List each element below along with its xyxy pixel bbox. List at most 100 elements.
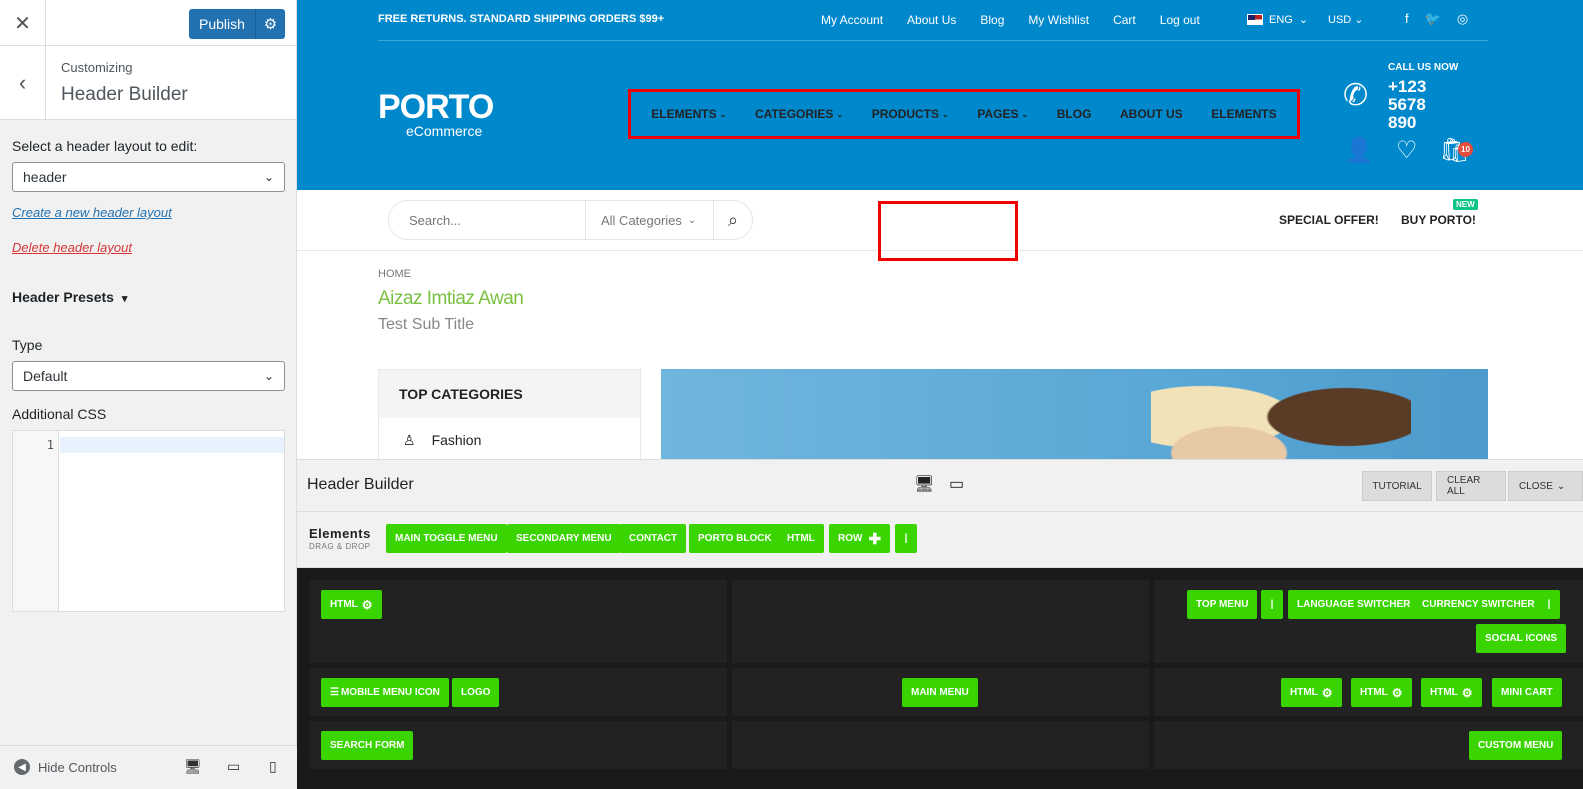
nav-item[interactable]: ELEMENTS (1211, 107, 1276, 121)
nav-item[interactable]: PAGES ⌄ (977, 107, 1028, 121)
chip-label: MOBILE MENU ICON (340, 687, 440, 698)
tutorial-button[interactable]: TUTORIAL (1362, 471, 1432, 501)
tablet-icon[interactable]: ▭ (227, 758, 240, 775)
chevron-down-icon: ⌄ (263, 369, 274, 383)
nav-item[interactable]: PRODUCTS ⌄ (872, 107, 949, 121)
site-logo[interactable]: PORTO eCommerce (378, 90, 494, 139)
builder-toolbar: Header Builder 🖥 ▭ TUTORIAL CLEAR ALL CL… (297, 460, 1583, 512)
top-link[interactable]: Log out (1160, 13, 1200, 27)
type-label: Type (12, 337, 43, 353)
top-link[interactable]: About Us (907, 13, 956, 27)
sidebar-topbar: ✕ Publish ⚙ (0, 0, 296, 46)
instagram-icon[interactable]: ◎ (1457, 11, 1468, 27)
logo-chip[interactable]: LOGO (452, 678, 500, 707)
header-presets-toggle[interactable]: Header Presets ▾ (12, 289, 127, 305)
top-link[interactable]: My Wishlist (1028, 13, 1089, 27)
close-builder-button[interactable]: CLOSE ⌄ (1508, 471, 1583, 501)
gear-icon[interactable]: ⚙ (254, 9, 285, 39)
elements-palette: Elements DRAG & DROP MAIN TOGGLE MENU SE… (297, 512, 1583, 568)
clear-all-button[interactable]: CLEAR ALL (1436, 471, 1506, 501)
html-chip[interactable]: HTML ⚙ (1421, 678, 1482, 707)
customizing-label: Customizing (61, 60, 133, 75)
nav-item[interactable]: BLOG (1057, 107, 1092, 121)
palette-chip[interactable]: HTML (778, 524, 824, 553)
mobile-icon[interactable]: ▯ (269, 758, 277, 775)
back-chevron-icon[interactable]: ‹ (0, 46, 46, 120)
chevron-down-icon: ⌄ (1354, 14, 1364, 26)
heart-icon[interactable]: ♡ (1396, 136, 1418, 165)
grid-cell[interactable] (732, 721, 1149, 769)
nav-label: PRODUCTS (871, 107, 940, 121)
separator-chip[interactable]: | (1261, 590, 1283, 619)
desktop-icon[interactable]: 🖥 (914, 474, 934, 494)
phone-number[interactable]: +123 5678 890 (1388, 78, 1448, 132)
custom-menu-chip[interactable]: CUSTOM MENU (1469, 731, 1563, 760)
mini-cart-chip[interactable]: MINI CART (1492, 678, 1562, 707)
breadcrumb[interactable]: HOME (378, 268, 411, 280)
site-preview: FREE RETURNS. STANDARD SHIPPING ORDERS $… (297, 0, 1583, 789)
chevron-down-icon: ⌄ (719, 109, 727, 119)
html-chip[interactable]: HTML ⚙ (321, 590, 382, 619)
page-subtitle: Test Sub Title (378, 316, 475, 333)
create-layout-link[interactable]: Create a new header layout (12, 205, 172, 220)
language-switcher-chip[interactable]: LANGUAGE SWITCHER (1288, 590, 1420, 619)
nav-item[interactable]: ABOUT US (1120, 107, 1183, 121)
gear-icon: ⚙ (1461, 685, 1473, 700)
category-select-value: All Categories (601, 212, 682, 228)
category-select[interactable]: All Categories ⌄ (585, 201, 713, 239)
html-chip[interactable]: HTML ⚙ (1351, 678, 1412, 707)
separator-chip[interactable]: | (1538, 590, 1560, 619)
top-link[interactable]: Blog (980, 13, 1004, 27)
type-select[interactable]: Default ⌄ (12, 361, 285, 391)
mobile-menu-icon-chip[interactable]: ☰ MOBILE MENU ICON (321, 678, 449, 707)
chevron-down-icon: ⌄ (1021, 109, 1029, 119)
palette-chip[interactable]: MAIN TOGGLE MENU (386, 524, 507, 553)
top-categories-title: TOP CATEGORIES (399, 386, 523, 402)
top-link[interactable]: Cart (1113, 13, 1136, 27)
search-icon[interactable]: ⌕ (713, 201, 752, 239)
gear-icon: ⚙ (1391, 685, 1403, 700)
additional-css-label: Additional CSS (12, 406, 107, 422)
nav-item[interactable]: ELEMENTS ⌄ (651, 107, 726, 121)
buy-porto-link[interactable]: BUY PORTO! (1401, 213, 1476, 227)
chevron-down-icon: ▾ (121, 293, 128, 305)
chevron-down-icon: ⌄ (1298, 14, 1309, 26)
currency-switcher[interactable]: USD ⌄ (1328, 13, 1364, 26)
close-icon[interactable]: ✕ (0, 0, 46, 46)
header-builder-panel: Header Builder 🖥 ▭ TUTORIAL CLEAR ALL CL… (297, 459, 1583, 789)
search-form-chip[interactable]: SEARCH FORM (321, 731, 414, 760)
html-chip[interactable]: HTML ⚙ (1281, 678, 1342, 707)
top-link[interactable]: My Account (821, 13, 883, 27)
tablet-icon[interactable]: ▭ (949, 474, 964, 494)
facebook-icon[interactable]: f (1405, 11, 1409, 27)
logo-subtext: eCommerce (406, 123, 483, 139)
nav-label: ELEMENTS (651, 107, 717, 121)
language-switcher[interactable]: ENG ⌄ (1247, 13, 1308, 26)
palette-chip[interactable]: SECONDARY MENU (507, 524, 621, 553)
chevron-down-icon: ⌄ (942, 109, 949, 119)
palette-chip[interactable]: PORTO BLOCK (689, 524, 781, 553)
phone-icon: ✆ (1343, 79, 1369, 112)
delete-layout-link[interactable]: Delete header layout (12, 240, 132, 255)
special-offer-link[interactable]: SPECIAL OFFER! (1279, 213, 1379, 227)
currency-switcher-chip[interactable]: CURRENCY SWITCHER (1413, 590, 1544, 619)
hide-controls-button[interactable]: ◀ Hide Controls (14, 759, 117, 775)
plus-icon: ✚ (868, 530, 882, 548)
twitter-icon[interactable]: 🐦 (1425, 11, 1441, 27)
layout-select[interactable]: header ⌄ (12, 162, 285, 192)
css-editor[interactable]: 1 (12, 430, 285, 612)
desktop-icon[interactable]: 🖥 (184, 758, 202, 775)
social-icons-chip[interactable]: SOCIAL ICONS (1476, 624, 1567, 653)
top-menu-chip[interactable]: TOP MENU (1187, 590, 1258, 619)
search-input[interactable] (389, 201, 585, 239)
palette-chip[interactable]: CONTACT (620, 524, 687, 553)
line-number: 1 (13, 431, 59, 611)
main-menu-chip[interactable]: MAIN MENU (902, 678, 978, 707)
publish-button[interactable]: Publish (189, 9, 255, 39)
sidebar-footer: ◀ Hide Controls 🖥 ▭ ▯ (0, 745, 297, 789)
user-icon[interactable]: 👤 (1344, 136, 1374, 165)
palette-chip[interactable]: | (895, 524, 917, 553)
nav-item[interactable]: CATEGORIES ⌄ (755, 107, 843, 121)
row-chip[interactable]: ROW ✚ (829, 524, 890, 553)
grid-cell[interactable] (732, 580, 1149, 663)
